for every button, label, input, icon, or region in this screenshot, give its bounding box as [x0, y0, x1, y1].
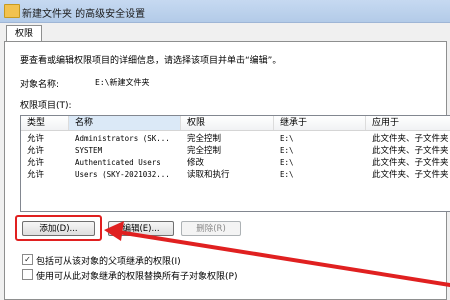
cell-permission: 完全控制: [187, 134, 222, 144]
column-header-permission[interactable]: 权限: [181, 116, 274, 130]
cell-applies-to: 此文件夹、子文件夹: [372, 170, 449, 180]
edit-button[interactable]: 编辑(E)...: [108, 221, 174, 236]
cell-type: 允许: [27, 158, 45, 168]
object-name-value: E:\新建文件夹: [95, 78, 150, 87]
replace-child-permissions-checkbox[interactable]: [22, 269, 33, 280]
inherit-permissions-checkbox[interactable]: ✓: [22, 254, 33, 265]
object-name-label: 对象名称:: [20, 80, 60, 90]
cell-type: 允许: [27, 170, 45, 180]
cell-inherited-from: E:\: [280, 158, 294, 167]
window-title: 新建文件夹 的高级安全设置: [22, 9, 146, 20]
table-row[interactable]: 允许 SYSTEM 完全控制 E:\ 此文件夹、子文件夹: [21, 145, 450, 157]
cell-applies-to: 此文件夹、子文件夹: [372, 134, 449, 144]
cell-type: 允许: [27, 146, 45, 156]
inherit-permissions-label: 包括可从该对象的父项继承的权限(I): [36, 257, 181, 267]
column-header-name[interactable]: 名称: [69, 116, 181, 130]
column-header-inherited-from[interactable]: 继承于: [274, 116, 366, 130]
replace-child-permissions-label: 使用可从此对象继承的权限替换所有子对象权限(P): [36, 272, 238, 282]
cell-permission: 读取和执行: [187, 170, 230, 180]
cell-inherited-from: E:\: [280, 146, 294, 155]
cell-applies-to: 此文件夹、子文件夹: [372, 146, 449, 156]
permission-entries-label: 权限项目(T):: [20, 101, 72, 111]
tab-permissions[interactable]: 权限: [6, 25, 43, 42]
cell-name: SYSTEM: [75, 146, 103, 155]
column-header-applies-to[interactable]: 应用于: [366, 116, 450, 130]
cell-name: Authenticated Users: [75, 158, 161, 167]
cell-name: Administrators (SK...: [75, 134, 170, 143]
cell-type: 允许: [27, 134, 45, 144]
permission-entries-list[interactable]: 类型 名称 权限 继承于 应用于 允许 Administrators (SK..…: [20, 115, 450, 212]
table-row[interactable]: 允许 Authenticated Users 修改 E:\ 此文件夹、子文件夹: [21, 157, 450, 169]
annotation-highlight-box: [15, 215, 102, 241]
cell-permission: 完全控制: [187, 146, 222, 156]
cell-permission: 修改: [187, 158, 205, 168]
folder-icon: [4, 4, 20, 18]
remove-button[interactable]: 删除(R): [181, 221, 241, 236]
title-bar: 新建文件夹 的高级安全设置: [0, 0, 450, 23]
tab-strip: 权限: [0, 22, 450, 42]
cell-name: Users (SKY-2021032...: [75, 170, 170, 179]
cell-inherited-from: E:\: [280, 134, 294, 143]
column-header-type[interactable]: 类型: [21, 116, 69, 130]
table-row[interactable]: 允许 Users (SKY-2021032... 读取和执行 E:\ 此文件夹、…: [21, 169, 450, 181]
list-header: 类型 名称 权限 继承于 应用于: [21, 116, 450, 131]
cell-inherited-from: E:\: [280, 170, 294, 179]
table-row[interactable]: 允许 Administrators (SK... 完全控制 E:\ 此文件夹、子…: [21, 133, 450, 145]
instructions-text: 要查看或编辑权限项目的详细信息，请选择该项目并单击“编辑”。: [20, 56, 282, 66]
cell-applies-to: 此文件夹、子文件夹: [372, 158, 449, 168]
